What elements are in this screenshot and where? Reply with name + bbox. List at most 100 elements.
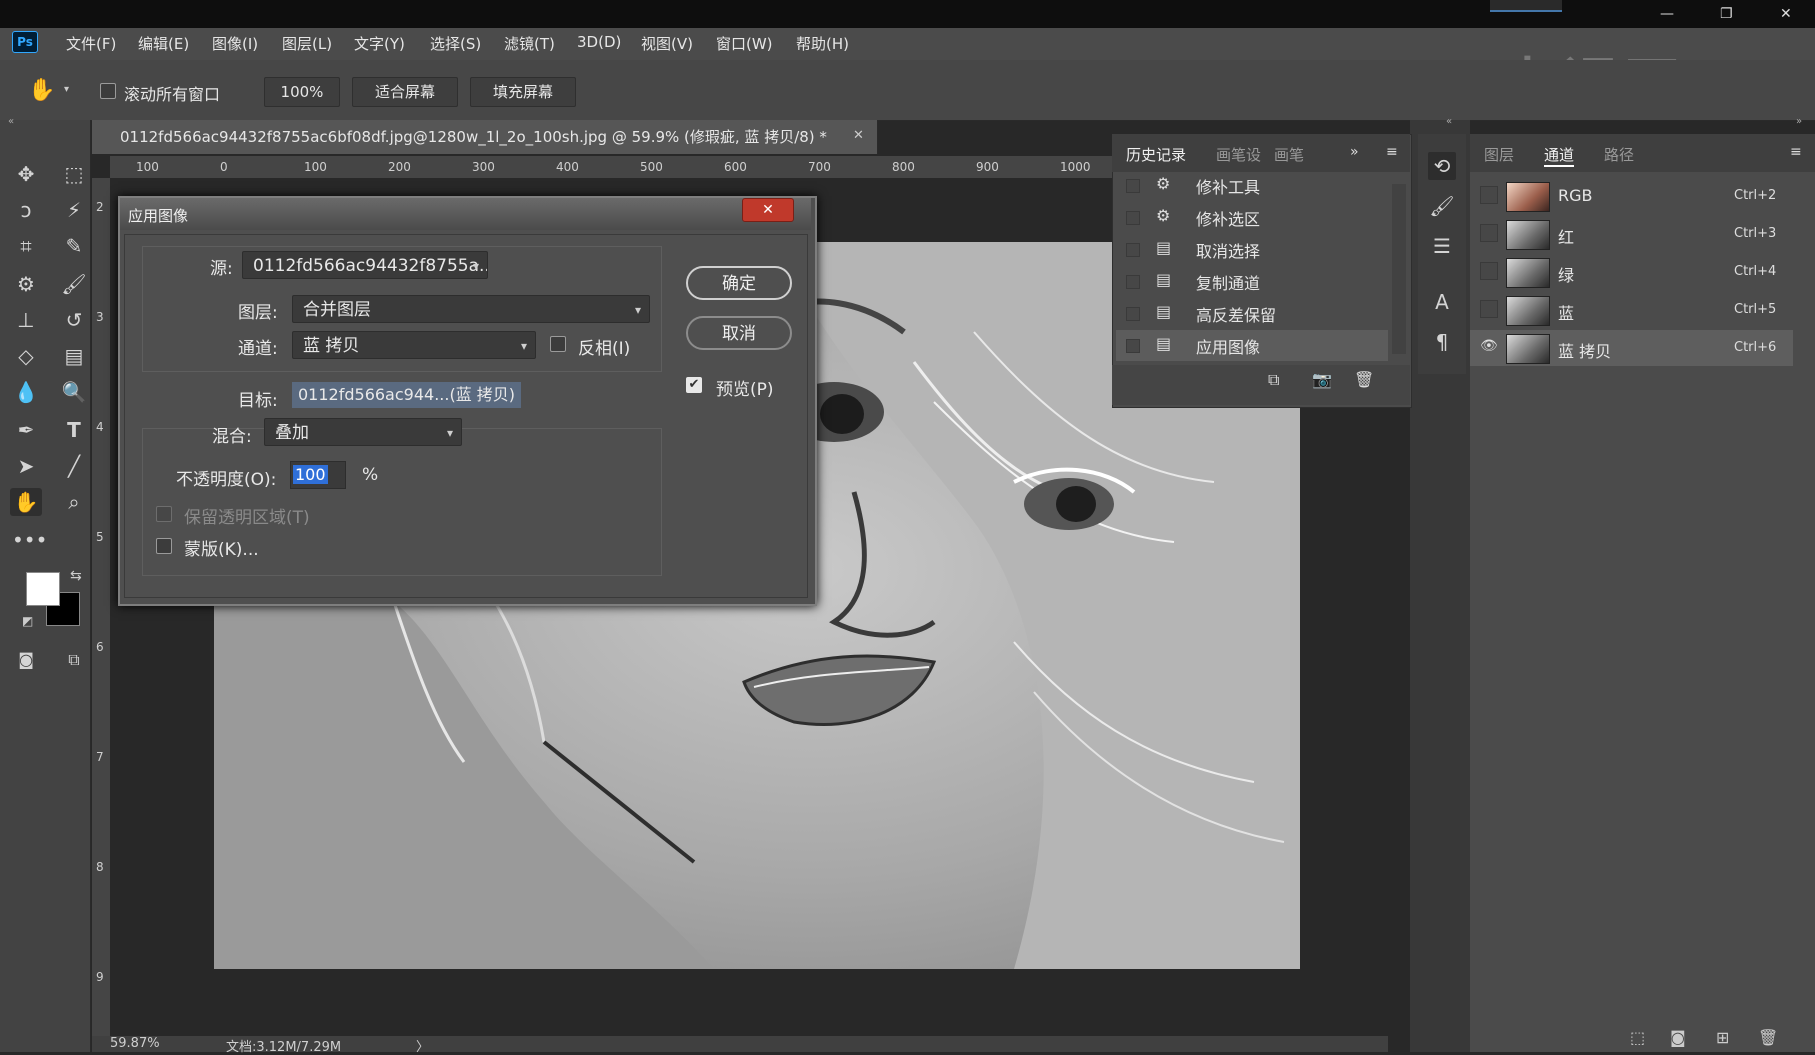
line-tool-icon[interactable]: ╱ [60, 452, 88, 480]
menu-item-8[interactable]: 视图(V) [641, 33, 693, 54]
eyedropper-tool-icon[interactable]: ✎ [60, 232, 88, 260]
screen-mode-icon[interactable]: ⧉ [60, 646, 88, 674]
preview-checkbox[interactable]: ✔ [686, 377, 702, 393]
channel-row[interactable]: 蓝 Ctrl+5 [1470, 292, 1793, 328]
zoom-100-button[interactable]: 100% [264, 77, 340, 107]
history-scrollbar[interactable] [1392, 184, 1406, 354]
menu-item-10[interactable]: 帮助(H) [796, 33, 849, 54]
channel-row[interactable]: RGB Ctrl+2 [1470, 178, 1793, 214]
dialog-title-bar[interactable] [120, 198, 811, 230]
menu-item-5[interactable]: 选择(S) [430, 33, 481, 54]
dodge-tool-icon[interactable]: 🔍 [60, 378, 88, 406]
history-collapse-icon[interactable]: » [1350, 144, 1359, 160]
brush-tool-icon[interactable]: 🖌 [60, 270, 88, 298]
history-source-toggle[interactable] [1126, 179, 1140, 193]
channel-row[interactable]: 👁 蓝 拷贝 Ctrl+6 [1470, 330, 1793, 366]
tab-channels[interactable]: 通道 [1544, 144, 1575, 167]
path-select-tool-icon[interactable]: ➤ [12, 452, 40, 480]
adjustments-icon[interactable]: ☰ [1428, 232, 1456, 260]
lasso-tool-icon[interactable]: ↄ [12, 196, 40, 224]
swap-colors-icon[interactable]: ⇆ [70, 568, 82, 584]
invert-checkbox[interactable] [550, 336, 566, 352]
channel-row[interactable]: 红 Ctrl+3 [1470, 216, 1793, 252]
foreground-color-swatch[interactable] [26, 572, 60, 606]
eye-icon[interactable]: 👁 [1480, 338, 1498, 354]
blur-tool-icon[interactable]: 💧 [12, 378, 40, 406]
more-tools-icon[interactable]: ••• [12, 526, 47, 554]
magic-wand-tool-icon[interactable]: ⚡ [60, 196, 88, 224]
paragraph-panel-icon[interactable]: ¶ [1428, 328, 1456, 356]
menu-item-3[interactable]: 图层(L) [282, 33, 332, 54]
load-channel-selection-icon[interactable]: ⬚ [1630, 1028, 1645, 1047]
blend-dropdown[interactable]: 叠加 ▾ [264, 418, 462, 446]
expand-panels-icon[interactable]: « [1446, 116, 1452, 127]
hand-tool-preset-icon[interactable]: ✋ [28, 78, 55, 103]
channel-dropdown[interactable]: 蓝 拷贝 ▾ [292, 331, 536, 359]
new-channel-icon[interactable]: ⊞ [1716, 1028, 1729, 1047]
patch-tool-icon[interactable]: ⚙ [12, 270, 40, 298]
crop-tool-icon[interactable]: ⌗ [12, 232, 40, 260]
fill-screen-button[interactable]: 填充屏幕 [470, 77, 576, 107]
visibility-toggle[interactable] [1480, 300, 1498, 318]
dialog-close-button[interactable]: ✕ [742, 198, 794, 222]
delete-channel-icon[interactable]: 🗑 [1758, 1028, 1778, 1047]
hand-tool-icon[interactable]: ✋ [10, 488, 42, 516]
history-item[interactable]: ⚙ 修补工具 [1116, 170, 1388, 201]
new-document-from-state-icon[interactable]: ⧉ [1268, 370, 1279, 390]
close-document-icon[interactable]: ✕ [853, 128, 864, 143]
scroll-all-windows-checkbox[interactable] [100, 83, 116, 99]
history-panel-icon[interactable]: ⟲ [1428, 152, 1456, 180]
menu-item-1[interactable]: 编辑(E) [138, 33, 189, 54]
status-menu-arrow-icon[interactable]: 〉 [416, 1036, 429, 1055]
channels-menu-icon[interactable]: ≡ [1790, 144, 1802, 160]
layer-dropdown[interactable]: 合并图层 ▾ [292, 295, 650, 323]
source-dropdown[interactable]: 0112fd566ac94432f8755a... ▾ [242, 251, 488, 279]
channel-row[interactable]: 绿 Ctrl+4 [1470, 254, 1793, 290]
menu-item-9[interactable]: 窗口(W) [716, 33, 773, 54]
close-window-button[interactable]: ✕ [1780, 6, 1792, 22]
opacity-input[interactable]: 100 [290, 461, 346, 489]
history-brush-icon[interactable]: ↺ [60, 306, 88, 334]
gradient-tool-icon[interactable]: ▤ [60, 342, 88, 370]
stamp-tool-icon[interactable]: ⊥ [12, 306, 40, 334]
history-source-toggle[interactable] [1126, 211, 1140, 225]
menu-item-7[interactable]: 3D(D) [577, 33, 621, 51]
brush-settings-icon[interactable]: 🖌 [1428, 192, 1456, 220]
snapshot-camera-icon[interactable]: 📷 [1312, 370, 1332, 389]
move-tool-icon[interactable]: ✥ [12, 160, 40, 188]
minimize-button[interactable]: — [1660, 6, 1674, 22]
history-item[interactable]: ▤ 高反差保留 [1116, 298, 1388, 329]
history-source-toggle[interactable] [1126, 339, 1140, 353]
cancel-button[interactable]: 取消 [686, 316, 792, 350]
type-tool-icon[interactable]: T [60, 416, 88, 444]
history-item[interactable]: ▤ 复制通道 [1116, 266, 1388, 297]
history-item[interactable]: ▤ 取消选择 [1116, 234, 1388, 265]
tab-brush-settings[interactable]: 画笔设 [1216, 144, 1261, 165]
visibility-toggle[interactable] [1480, 224, 1498, 242]
fit-screen-button[interactable]: 适合屏幕 [352, 77, 458, 107]
tab-paths[interactable]: 路径 [1604, 144, 1634, 165]
history-source-toggle[interactable] [1126, 275, 1140, 289]
chevron-down-icon[interactable]: ▾ [64, 84, 69, 95]
mask-checkbox[interactable] [156, 538, 172, 554]
tab-history[interactable]: 历史记录 [1126, 144, 1186, 165]
visibility-toggle[interactable] [1480, 186, 1498, 204]
delete-state-icon[interactable]: 🗑 [1354, 370, 1374, 389]
menu-item-6[interactable]: 滤镜(T) [504, 33, 555, 54]
history-menu-icon[interactable]: ≡ [1386, 144, 1398, 160]
history-item[interactable]: ▤ 应用图像 [1116, 330, 1388, 361]
panel-collapse-icon[interactable]: « [8, 116, 14, 127]
ok-button[interactable]: 确定 [686, 266, 792, 300]
history-item[interactable]: ⚙ 修补选区 [1116, 202, 1388, 233]
history-source-toggle[interactable] [1126, 243, 1140, 257]
restore-button[interactable]: ❐ [1720, 6, 1733, 22]
default-colors-icon[interactable]: ◩ [22, 614, 33, 628]
eraser-tool-icon[interactable]: ◇ [12, 342, 40, 370]
character-panel-icon[interactable]: A [1428, 288, 1456, 316]
quick-mask-icon[interactable]: ◙ [12, 646, 40, 674]
marquee-tool-icon[interactable]: ⬚ [60, 160, 88, 188]
tab-brushes[interactable]: 画笔 [1274, 144, 1304, 165]
collapse-panels-icon[interactable]: » [1796, 116, 1802, 127]
zoom-tool-icon[interactable]: ⌕ [60, 488, 88, 516]
history-source-toggle[interactable] [1126, 307, 1140, 321]
